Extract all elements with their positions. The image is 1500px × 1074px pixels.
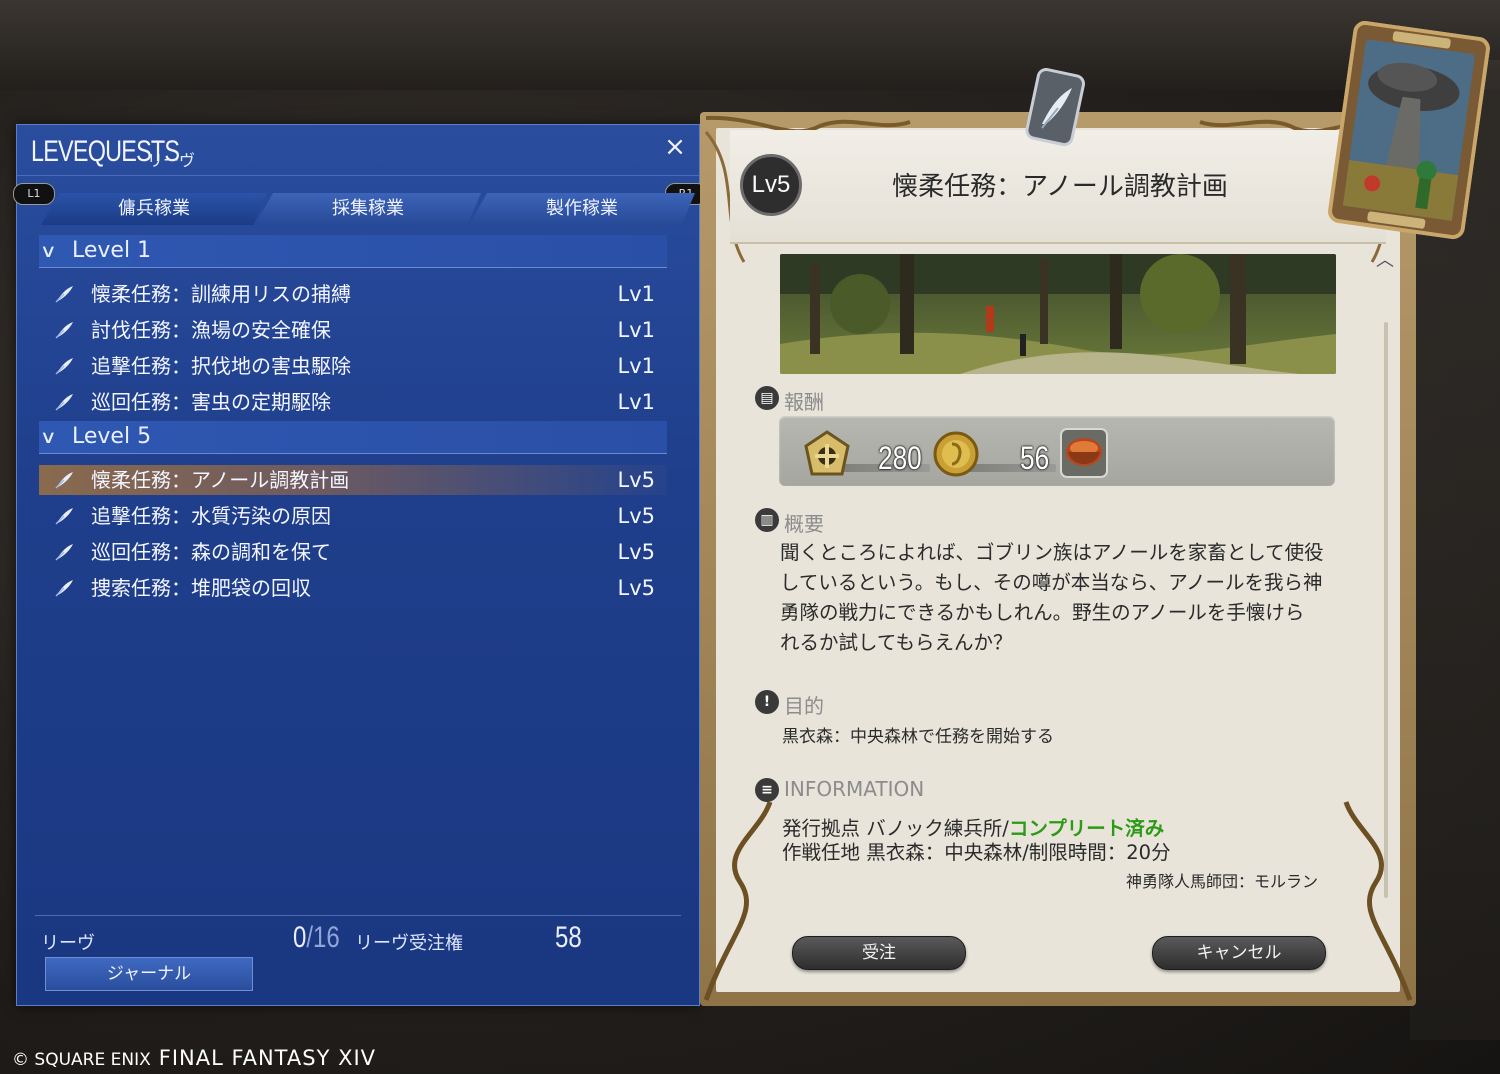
cancel-button[interactable]: キャンセル [1152,936,1326,970]
title-divider [17,175,699,176]
item-bowl-icon[interactable] [1060,428,1108,478]
reward-chest-icon: ▤ [755,386,779,410]
leve-label: リーヴ [41,933,95,954]
rewards-box [779,416,1335,486]
summary-line: 勇隊の戦力にできるかもしれん。野生のアノールを手懐けら [780,601,1305,624]
quest-row-selected[interactable]: 懐柔任務：アノール調教計画 Lv5 [39,465,667,495]
journal-button[interactable]: ジャーナル [45,957,253,991]
quest-row[interactable]: 巡回任務：害虫の定期駆除 Lv1 [39,387,667,417]
quest-name: 懐柔任務：訓練用リスの捕縛 [91,282,351,306]
quill-icon [55,508,73,525]
info-client: 神勇隊人馬師団：モルラン [1126,872,1319,891]
quill-icon [55,472,73,489]
quest-name: 巡回任務：森の調和を保て [91,540,331,564]
information-label: INFORMATION [784,777,925,801]
quest-level: Lv5 [617,576,656,600]
company-name: © SQUARE ENIX [12,1050,151,1070]
tab-gathering[interactable]: 採集稼業 [255,193,481,225]
background-beam [0,0,1500,90]
info-location-line: 作戦任地 黒衣森：中央森林/制限時間：20分 [782,841,1171,864]
summary-label: 概要 [784,512,824,536]
levequest-window: LEVEQUESTS リーヴ × L1 R1 傭兵稼業 採集稼業 製作稼業 ∨ … [13,124,707,1006]
leve-card-art [1328,20,1490,240]
quest-level: Lv5 [617,540,656,564]
reward-gil-value: 56 [1020,440,1050,476]
rewards-label: 報酬 [784,390,824,414]
scroll-up-arrow-icon[interactable]: ︿ [1376,246,1394,272]
objective-label: 目的 [784,694,824,718]
game-logo: FINAL FANTASY XIV [158,1046,377,1070]
quest-row[interactable]: 追撃任務：択伐地の害虫駆除 Lv1 [39,351,667,381]
close-icon[interactable]: × [663,134,687,160]
quill-icon [55,286,73,303]
tab-label: 傭兵稼業 [118,198,190,219]
exclamation-icon: ! [755,690,779,714]
quill-icon [55,394,73,411]
quest-row[interactable]: 懐柔任務：訓練用リスの捕縛 Lv1 [39,279,667,309]
allowance-label: リーヴ受注権 [355,933,463,954]
exp-icon [804,430,850,476]
footer-divider [35,915,681,916]
quest-name: 懐柔任務：アノール調教計画 [91,468,350,492]
quill-icon [55,322,73,339]
quest-row[interactable]: 巡回任務：森の調和を保て Lv5 [39,537,667,567]
detail-title: 懐柔任務：アノール調教計画 [892,172,1228,202]
quest-row[interactable]: 討伐任務：漁場の安全確保 Lv1 [39,315,667,345]
window-subtitle: リーヴ [147,151,196,170]
tab-crafting[interactable]: 製作稼業 [469,193,695,225]
quill-icon [55,544,73,561]
quill-icon [55,358,73,375]
quest-row[interactable]: 捜索任務：堆肥袋の回収 Lv5 [39,573,667,603]
book-icon: ▥ [755,508,779,532]
summary-line: しているという。もし、その噂が本当なら、アノールを我ら神 [780,571,1323,594]
quest-preview-image [780,254,1336,374]
quest-level: Lv1 [617,390,656,414]
leve-count: 0/16 [293,921,340,955]
tab-label: 採集稼業 [332,198,404,219]
objective-text: 黒衣森：中央森林で任務を開始する [782,727,1054,747]
quest-level: Lv5 [617,504,656,528]
quest-level: Lv1 [617,282,656,306]
chevron-down-icon: ∨ [39,241,57,262]
quest-name: 討伐任務：漁場の安全確保 [91,318,331,342]
accept-button[interactable]: 受注 [792,936,966,970]
quest-level: Lv1 [617,318,656,342]
gil-coin-icon [933,431,979,477]
quest-name: 追撃任務：択伐地の害虫駆除 [91,354,351,378]
reward-exp-value: 280 [878,440,922,476]
document-icon: ≡ [755,778,779,802]
leve-current: 0 [293,921,307,954]
group-label: Level 1 [72,238,152,263]
quill-icon [55,580,73,597]
group-header-level-5[interactable]: ∨ Level 5 [39,421,667,454]
group-header-level-1[interactable]: ∨ Level 1 [39,235,667,268]
quest-row[interactable]: 追撃任務：水質汚染の原因 Lv5 [39,501,667,531]
quest-level: Lv5 [617,468,656,492]
allowance-value: 58 [555,921,582,954]
quest-name: 追撃任務：水質汚染の原因 [91,504,331,528]
group-label: Level 5 [72,424,152,449]
quest-name: 巡回任務：害虫の定期駆除 [91,390,331,414]
quill-emblem-icon [1025,68,1085,147]
summary-text: 聞くところによれば、ゴブリン族はアノールを家畜として使役 しているという。もし、… [780,538,1340,658]
copyright: © SQUARE ENIX FINAL FANTASY XIV [12,1046,376,1070]
summary-line: れるか試してもらえんか？ [780,631,1013,654]
summary-line: 聞くところによれば、ゴブリン族はアノールを家畜として使役 [780,541,1324,564]
tab-label: 製作稼業 [546,198,618,219]
quest-name: 捜索任務：堆肥袋の回収 [91,576,311,600]
detail-scrollbar[interactable] [1384,322,1388,898]
tab-battle[interactable]: 傭兵稼業 [41,193,267,225]
chevron-down-icon: ∨ [39,427,57,448]
level-badge: Lv5 [740,154,802,216]
quest-level: Lv1 [617,354,656,378]
leve-total: /16 [306,921,340,954]
